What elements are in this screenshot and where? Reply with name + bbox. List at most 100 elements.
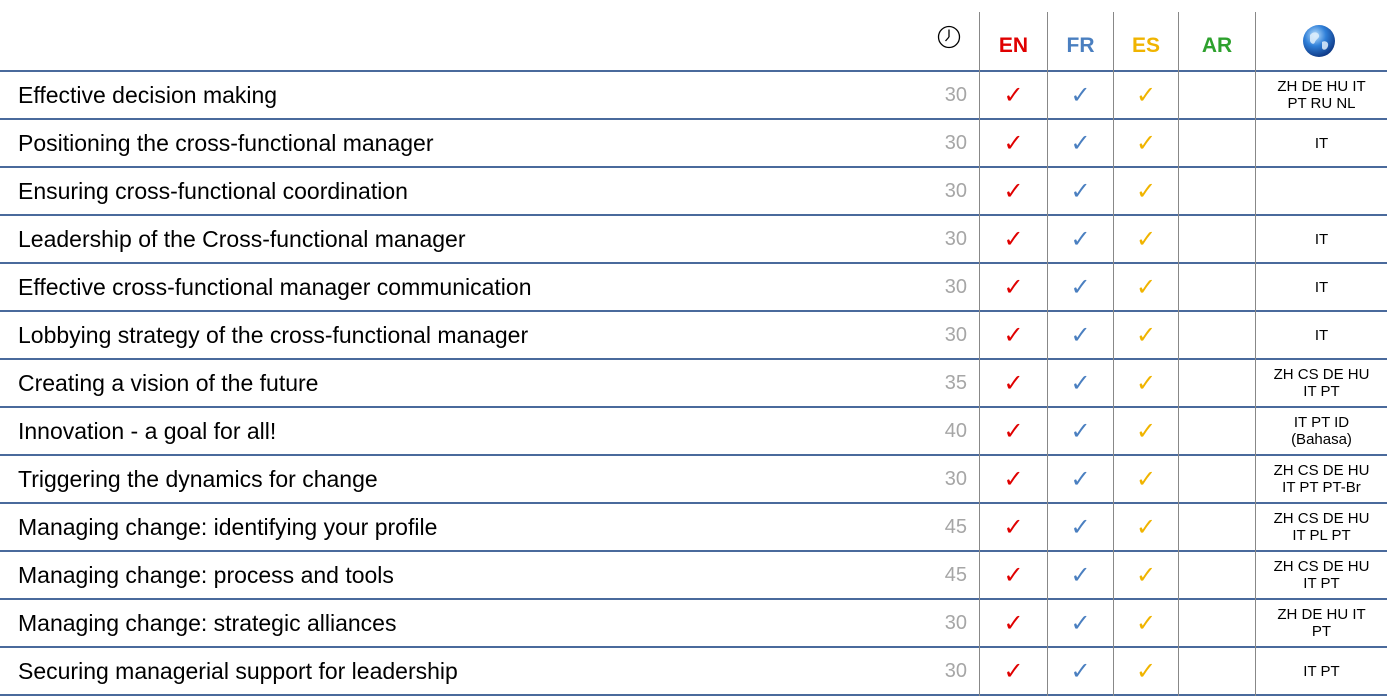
availability-en-check-icon: ✓	[1003, 177, 1024, 205]
column-divider	[979, 12, 980, 696]
course-title: Effective cross-functional manager commu…	[18, 273, 532, 300]
availability-ar-empty	[1179, 264, 1255, 310]
availability-es-check-icon: ✓	[1135, 273, 1157, 301]
availability-fr-check-icon: ✓	[1070, 417, 1091, 445]
course-title: Creating a vision of the future	[18, 369, 319, 396]
header-ar: AR	[1179, 0, 1255, 70]
course-duration: 30	[944, 227, 967, 250]
header-fr: FR	[1048, 0, 1113, 70]
availability-en-check-icon: ✓	[1003, 417, 1024, 445]
course-duration: 30	[944, 467, 967, 490]
clock-icon	[937, 25, 961, 49]
course-duration: 30	[944, 179, 967, 202]
availability-fr-check-icon: ✓	[1070, 513, 1091, 541]
availability-fr-check-icon: ✓	[1070, 609, 1091, 637]
other-languages: IT	[1314, 278, 1329, 296]
course-title: Securing managerial support for leadersh…	[18, 657, 458, 684]
other-languages: IT	[1314, 134, 1329, 152]
header-es: ES	[1114, 0, 1178, 70]
course-duration: 45	[944, 515, 967, 538]
availability-es-check-icon: ✓	[1135, 465, 1157, 493]
availability-ar-empty	[1179, 360, 1255, 406]
course-duration: 30	[944, 83, 967, 106]
language-code-fr: FR	[1066, 34, 1095, 57]
availability-en-check-icon: ✓	[1003, 465, 1024, 493]
course-title: Ensuring cross-functional coordination	[18, 177, 408, 204]
availability-ar-empty	[1179, 648, 1255, 694]
language-code-ar: AR	[1201, 34, 1233, 57]
course-duration: 30	[944, 131, 967, 154]
course-duration: 35	[944, 371, 967, 394]
course-title: Leadership of the Cross-functional manag…	[18, 225, 466, 252]
other-languages: IT PT ID (Bahasa)	[1291, 414, 1352, 448]
availability-es-check-icon: ✓	[1135, 225, 1157, 253]
availability-ar-empty	[1179, 552, 1255, 598]
other-languages: ZH DE HU IT PT	[1277, 606, 1366, 640]
column-divider	[1047, 12, 1048, 696]
availability-en-check-icon: ✓	[1003, 609, 1024, 637]
other-languages: ZH CS DE HU IT PT	[1273, 366, 1370, 400]
availability-ar-empty	[1179, 168, 1255, 214]
column-divider	[1178, 12, 1179, 696]
availability-ar-empty	[1179, 312, 1255, 358]
availability-es-check-icon: ✓	[1135, 129, 1157, 157]
other-languages: ZH CS DE HU IT PL PT	[1273, 510, 1370, 544]
availability-es-check-icon: ✓	[1135, 657, 1157, 685]
course-title: Innovation - a goal for all!	[18, 417, 277, 444]
availability-es-check-icon: ✓	[1135, 513, 1157, 541]
availability-ar-empty	[1179, 120, 1255, 166]
availability-fr-check-icon: ✓	[1070, 225, 1091, 253]
column-divider	[1113, 12, 1114, 696]
availability-en-check-icon: ✓	[1003, 321, 1024, 349]
course-title: Managing change: strategic alliances	[18, 609, 397, 636]
availability-en-check-icon: ✓	[1003, 273, 1024, 301]
course-duration: 45	[944, 563, 967, 586]
course-title: Managing change: process and tools	[18, 561, 394, 588]
availability-fr-check-icon: ✓	[1070, 369, 1091, 397]
availability-ar-empty	[1179, 72, 1255, 118]
availability-en-check-icon: ✓	[1003, 369, 1024, 397]
availability-en-check-icon: ✓	[1003, 81, 1024, 109]
availability-ar-empty	[1179, 600, 1255, 646]
globe-icon	[1303, 25, 1335, 57]
other-languages: ZH CS DE HU IT PT PT-Br	[1273, 462, 1370, 496]
availability-es-check-icon: ✓	[1135, 177, 1157, 205]
other-languages: IT	[1314, 326, 1329, 344]
availability-ar-empty	[1179, 408, 1255, 454]
course-duration: 30	[944, 659, 967, 682]
course-title: Triggering the dynamics for change	[18, 465, 378, 492]
other-languages: ZH DE HU IT PT RU NL	[1277, 78, 1366, 112]
availability-es-check-icon: ✓	[1135, 369, 1157, 397]
availability-es-check-icon: ✓	[1135, 321, 1157, 349]
course-duration: 30	[944, 323, 967, 346]
availability-es-check-icon: ✓	[1135, 417, 1157, 445]
course-title: Lobbying strategy of the cross-functiona…	[18, 321, 529, 348]
availability-fr-check-icon: ✓	[1070, 657, 1091, 685]
availability-es-check-icon: ✓	[1135, 561, 1157, 589]
availability-en-check-icon: ✓	[1003, 657, 1024, 685]
availability-fr-check-icon: ✓	[1070, 465, 1091, 493]
availability-en-check-icon: ✓	[1003, 225, 1024, 253]
availability-fr-check-icon: ✓	[1070, 129, 1091, 157]
other-languages	[1256, 168, 1387, 214]
availability-fr-check-icon: ✓	[1070, 81, 1091, 109]
course-title: Managing change: identifying your profil…	[18, 513, 438, 540]
availability-ar-empty	[1179, 504, 1255, 550]
availability-en-check-icon: ✓	[1003, 129, 1024, 157]
availability-en-check-icon: ✓	[1003, 513, 1024, 541]
other-languages: ZH CS DE HU IT PT	[1273, 558, 1370, 592]
availability-fr-check-icon: ✓	[1070, 561, 1091, 589]
availability-ar-empty	[1179, 216, 1255, 262]
availability-en-check-icon: ✓	[1003, 561, 1024, 589]
language-code-en: EN	[998, 34, 1029, 57]
language-code-es: ES	[1131, 34, 1160, 57]
other-languages: IT	[1314, 230, 1329, 248]
header-en: EN	[980, 0, 1047, 70]
course-duration: 40	[944, 419, 967, 442]
availability-fr-check-icon: ✓	[1070, 273, 1091, 301]
availability-fr-check-icon: ✓	[1070, 321, 1091, 349]
column-divider	[1255, 12, 1256, 696]
availability-fr-check-icon: ✓	[1070, 177, 1091, 205]
availability-es-check-icon: ✓	[1135, 609, 1157, 637]
availability-es-check-icon: ✓	[1135, 81, 1157, 109]
